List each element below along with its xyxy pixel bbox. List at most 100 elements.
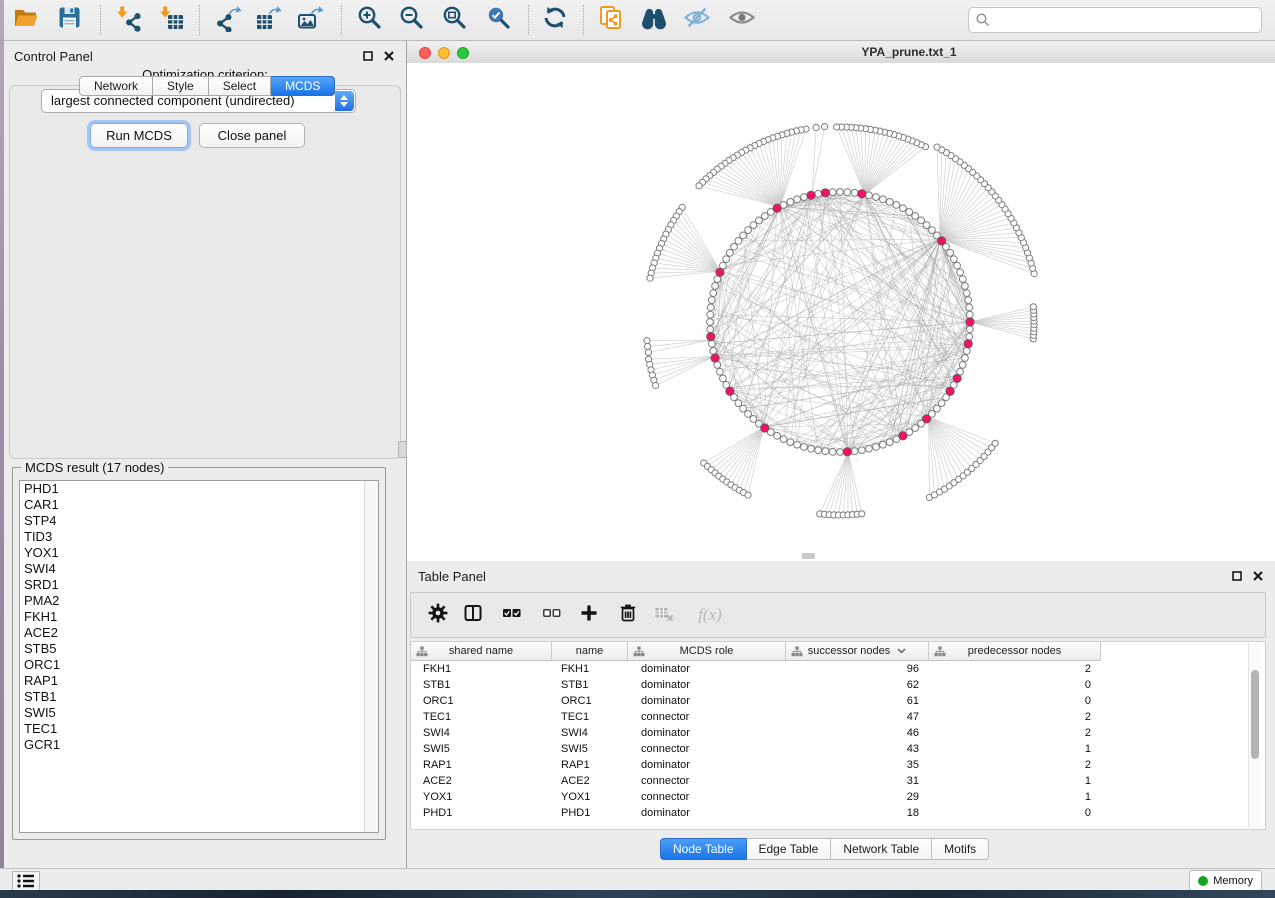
- hide-selected-button[interactable]: [683, 6, 711, 34]
- mcds-result-item[interactable]: ACE2: [20, 625, 378, 641]
- table-settings-button[interactable]: [428, 605, 448, 625]
- table-row[interactable]: ACE2ACE2connector311: [411, 773, 1101, 789]
- save-session-icon: [56, 4, 84, 37]
- zoom-in-button[interactable]: [356, 6, 384, 34]
- mcds-result-item[interactable]: CAR1: [20, 497, 378, 513]
- tab-network-table[interactable]: Network Table: [831, 838, 932, 860]
- refresh-button[interactable]: [542, 6, 570, 34]
- search-network-button[interactable]: [640, 6, 668, 34]
- table-row[interactable]: ORC1ORC1dominator610: [411, 693, 1101, 709]
- mcds-result-item[interactable]: RAP1: [20, 673, 378, 689]
- table-cell: 61: [786, 693, 929, 709]
- close-panel-button[interactable]: Close panel: [199, 123, 305, 148]
- table-cell: ACE2: [552, 773, 628, 789]
- mcds-result-item[interactable]: GCR1: [20, 737, 378, 753]
- column-header-name[interactable]: name: [552, 642, 628, 661]
- mcds-result-item[interactable]: STB5: [20, 641, 378, 657]
- search-input[interactable]: [995, 9, 1255, 31]
- table-cell: 0: [929, 677, 1101, 693]
- zoom-fit-button[interactable]: [441, 6, 469, 34]
- zoom-selected-button[interactable]: [485, 6, 513, 34]
- table-cell: 18: [786, 805, 929, 821]
- memory-button[interactable]: Memory: [1189, 870, 1262, 891]
- tab-mcds[interactable]: MCDS: [271, 76, 335, 96]
- mcds-result-item[interactable]: SRD1: [20, 577, 378, 593]
- column-header-successor-nodes[interactable]: successor nodes: [786, 642, 929, 661]
- table-cell: connector: [628, 709, 786, 725]
- table-row[interactable]: PHD1PHD1dominator180: [411, 805, 1101, 821]
- tab-motifs[interactable]: Motifs: [932, 838, 989, 860]
- save-session-button[interactable]: [56, 6, 84, 34]
- mcds-result-item[interactable]: TID3: [20, 529, 378, 545]
- network-window-titlebar[interactable]: YPA_prune.txt_1: [407, 42, 1275, 64]
- close-table-panel-icon[interactable]: [1252, 570, 1263, 581]
- import-table-button[interactable]: [157, 6, 185, 34]
- mcds-result-item[interactable]: FKH1: [20, 609, 378, 625]
- tab-node-table[interactable]: Node Table: [660, 838, 747, 860]
- run-mcds-button[interactable]: Run MCDS: [90, 123, 188, 148]
- export-network-button[interactable]: [214, 6, 242, 34]
- table-row[interactable]: RAP1RAP1dominator352: [411, 757, 1101, 773]
- export-image-button[interactable]: [296, 6, 324, 34]
- mcds-result-item[interactable]: SWI4: [20, 561, 378, 577]
- column-header-MCDS-role[interactable]: MCDS role: [628, 642, 786, 661]
- zoom-out-button[interactable]: [398, 6, 426, 34]
- table-cell: dominator: [628, 661, 786, 677]
- tab-edge-table[interactable]: Edge Table: [747, 838, 832, 860]
- open-file-button[interactable]: [12, 6, 40, 34]
- tab-select[interactable]: Select: [209, 76, 271, 96]
- table-cell: ORC1: [552, 693, 628, 709]
- copy-network-button[interactable]: [597, 6, 625, 34]
- table-row[interactable]: STB1STB1dominator620: [411, 677, 1101, 693]
- close-window-icon[interactable]: [419, 47, 431, 59]
- mcds-result-item[interactable]: PHD1: [20, 481, 378, 497]
- new-column-button[interactable]: [579, 605, 599, 625]
- table-row[interactable]: FKH1FKH1dominator962: [411, 661, 1101, 677]
- float-table-panel-icon[interactable]: [1231, 570, 1242, 581]
- table-row[interactable]: TEC1TEC1connector472: [411, 709, 1101, 725]
- table-cell: connector: [628, 741, 786, 757]
- column-header-shared-name[interactable]: shared name: [411, 642, 552, 661]
- mcds-result-item[interactable]: YOX1: [20, 545, 378, 561]
- refresh-icon: [542, 4, 570, 37]
- table-panel-title: Table Panel: [418, 569, 486, 584]
- show-all-icon: [728, 4, 756, 37]
- minimize-window-icon[interactable]: [438, 47, 450, 59]
- export-table-button[interactable]: [254, 6, 282, 34]
- mcds-result-item[interactable]: TEC1: [20, 721, 378, 737]
- select-all-button[interactable]: [502, 605, 522, 625]
- table-row[interactable]: YOX1YOX1connector291: [411, 789, 1101, 805]
- column-header-predecessor-nodes[interactable]: predecessor nodes: [929, 642, 1101, 661]
- table-scrollbar-thumb[interactable]: [1251, 670, 1259, 759]
- mcds-result-item[interactable]: ORC1: [20, 657, 378, 673]
- toolbar-separator: [100, 5, 101, 35]
- float-panel-icon[interactable]: [362, 50, 373, 61]
- delete-column-button[interactable]: [618, 605, 638, 625]
- table-scrollbar-track[interactable]: [1248, 643, 1261, 828]
- maximize-window-icon[interactable]: [457, 47, 469, 59]
- zoom-in-icon: [356, 4, 384, 37]
- network-canvas[interactable]: [407, 63, 1275, 561]
- mcds-result-item[interactable]: SWI5: [20, 705, 378, 721]
- tab-network[interactable]: Network: [79, 76, 153, 96]
- horizontal-splitter-handle[interactable]: [802, 553, 815, 559]
- export-image-icon: [296, 4, 324, 37]
- table-row[interactable]: SWI5SWI5connector431: [411, 741, 1101, 757]
- show-all-button[interactable]: [728, 6, 756, 34]
- import-network-button[interactable]: [114, 6, 142, 34]
- mcds-list-scrollbar[interactable]: [364, 481, 378, 832]
- show-columns-button[interactable]: [463, 605, 483, 625]
- mcds-result-item[interactable]: STP4: [20, 513, 378, 529]
- show-panels-button[interactable]: [12, 871, 40, 891]
- close-panel-icon[interactable]: [383, 50, 394, 61]
- export-network-icon: [214, 4, 242, 37]
- mcds-result-item[interactable]: PMA2: [20, 593, 378, 609]
- table-row[interactable]: SWI4SWI4dominator462: [411, 725, 1101, 741]
- deselect-all-button[interactable]: [542, 605, 562, 625]
- table-cell: 1: [929, 741, 1101, 757]
- tab-style[interactable]: Style: [153, 76, 209, 96]
- vertical-splitter-handle[interactable]: [398, 441, 407, 458]
- desktop-wallpaper: [0, 890, 1275, 898]
- zoom-selected-icon: [485, 4, 513, 37]
- mcds-result-item[interactable]: STB1: [20, 689, 378, 705]
